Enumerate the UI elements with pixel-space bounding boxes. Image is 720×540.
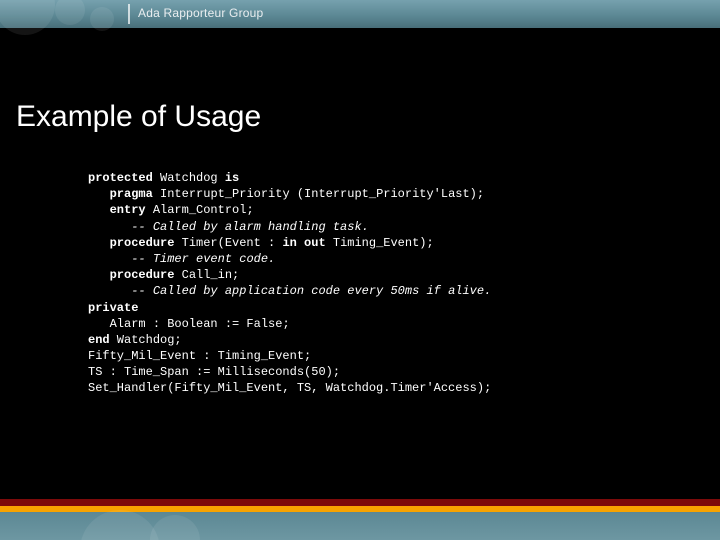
code-line: entry Alarm_Control;	[88, 202, 680, 218]
code-keyword: entry	[110, 203, 146, 217]
code-keyword: procedure	[110, 236, 175, 250]
code-line: protected Watchdog is	[88, 170, 680, 186]
decorative-blob	[0, 0, 55, 35]
footer-stripe-red	[0, 499, 720, 506]
code-line: procedure Timer(Event : in out Timing_Ev…	[88, 235, 680, 251]
code-line: -- Timer event code.	[88, 251, 680, 267]
footer	[0, 498, 720, 540]
code-line: -- Called by application code every 50ms…	[88, 283, 680, 299]
code-comment: -- Called by alarm handling task.	[131, 220, 369, 234]
header-band: Ada Rapporteur Group	[0, 0, 720, 28]
code-text: Watchdog;	[110, 333, 182, 347]
code-text: Fifty_Mil_Event : Timing_Event;	[88, 349, 311, 363]
decorative-blob	[55, 0, 85, 25]
decorative-blob	[150, 515, 200, 540]
code-text: Alarm_Control;	[146, 203, 254, 217]
code-line: end Watchdog;	[88, 332, 680, 348]
header-divider	[128, 4, 130, 24]
code-line: procedure Call_in;	[88, 267, 680, 283]
code-line: Fifty_Mil_Event : Timing_Event;	[88, 348, 680, 364]
code-text: TS : Time_Span := Milliseconds(50);	[88, 365, 340, 379]
slide-title: Example of Usage	[16, 100, 261, 134]
code-line: private	[88, 300, 680, 316]
code-text: Interrupt_Priority (Interrupt_Priority'L…	[153, 187, 484, 201]
code-keyword: in out	[282, 236, 325, 250]
code-keyword: is	[225, 171, 239, 185]
code-text: Watchdog	[153, 171, 225, 185]
code-comment: -- Timer event code.	[131, 252, 275, 266]
code-text: Timer(Event :	[174, 236, 282, 250]
code-text: Timing_Event);	[326, 236, 434, 250]
code-text: Call_in;	[174, 268, 239, 282]
code-keyword: pragma	[110, 187, 153, 201]
code-line: Set_Handler(Fifty_Mil_Event, TS, Watchdo…	[88, 380, 680, 396]
code-keyword: end	[88, 333, 110, 347]
decorative-blob	[90, 7, 114, 31]
code-keyword: private	[88, 301, 138, 315]
code-line: -- Called by alarm handling task.	[88, 219, 680, 235]
footer-stripe-teal	[0, 512, 720, 540]
code-keyword: procedure	[110, 268, 175, 282]
code-line: Alarm : Boolean := False;	[88, 316, 680, 332]
code-text: Alarm : Boolean := False;	[110, 317, 290, 331]
slide: Ada Rapporteur Group Example of Usage pr…	[0, 0, 720, 540]
code-comment: -- Called by application code every 50ms…	[131, 284, 491, 298]
code-line: pragma Interrupt_Priority (Interrupt_Pri…	[88, 186, 680, 202]
code-keyword: protected	[88, 171, 153, 185]
code-text: Set_Handler(Fifty_Mil_Event, TS, Watchdo…	[88, 381, 491, 395]
decorative-blob	[80, 510, 160, 540]
header-group-label: Ada Rapporteur Group	[138, 6, 263, 20]
code-block: protected Watchdog is pragma Interrupt_P…	[88, 170, 680, 397]
code-line: TS : Time_Span := Milliseconds(50);	[88, 364, 680, 380]
